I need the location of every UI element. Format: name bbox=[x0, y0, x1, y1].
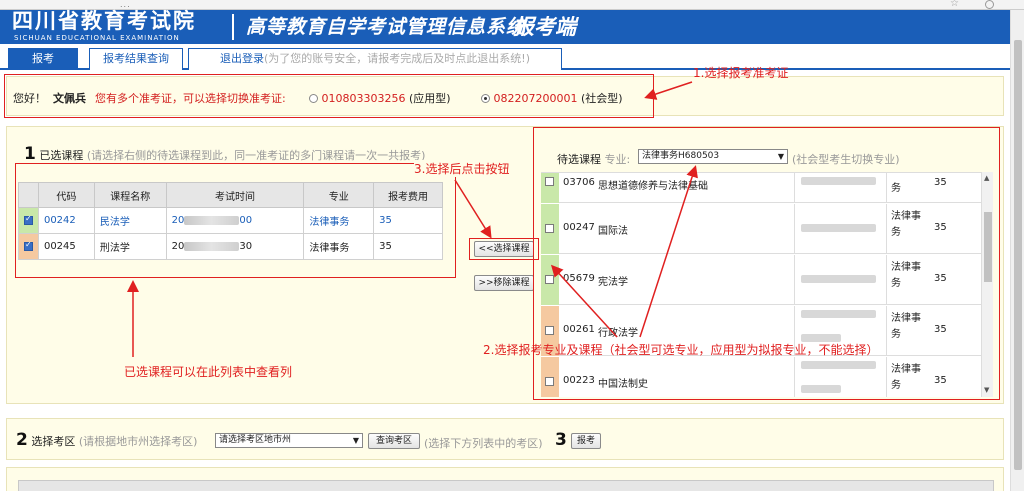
tab-apply[interactable]: 报考 bbox=[8, 48, 78, 70]
selected-course-heading: 1 已选课程 (请选择右侧的待选课程到此，同一准考证的多门课程请一次一共报考) bbox=[24, 144, 425, 164]
region-list-hint: (选择下方列表中的考区) bbox=[424, 437, 543, 450]
system-title: 高等教育自学考试管理信息系统 bbox=[246, 16, 527, 38]
annotation-box-select-btn bbox=[469, 238, 539, 260]
tab-logout[interactable]: 退出登录(为了您的账号安全，请报考完成后及时点此退出系统!) bbox=[188, 48, 562, 70]
annotation-box-ticket bbox=[4, 74, 654, 118]
step-3-number: 3 bbox=[555, 430, 567, 450]
selected-course-title: 已选课程 bbox=[39, 149, 84, 162]
annotation-selected-list: 已选课程可以在此列表中查看列 bbox=[124, 365, 293, 379]
page-scrollbar[interactable] bbox=[1010, 10, 1024, 491]
submit-apply-button[interactable]: 报考 bbox=[571, 433, 601, 449]
site-logo: 四川省教育考试院 bbox=[12, 8, 196, 33]
step-1-number: 1 bbox=[24, 144, 36, 164]
logout-label: 退出登录 bbox=[220, 52, 264, 65]
region-list-header bbox=[18, 480, 994, 491]
site-header: 四川省教育考试院 SICHUAN EDUCATIONAL EXAMINATION… bbox=[0, 10, 1010, 44]
region-step-2: 2 选择考区 (请根据地市州选择考区) bbox=[16, 430, 197, 450]
remove-course-button[interactable]: >>移除课程 bbox=[474, 275, 534, 291]
region-select-value: 请选择考区地市州 bbox=[219, 435, 292, 445]
query-region-button[interactable]: 查询考区 bbox=[368, 433, 420, 449]
selected-course-hint: (请选择右侧的待选课程到此，同一准考证的多门课程请一次一共报考) bbox=[86, 149, 426, 162]
region-select[interactable]: 请选择考区地市州 ▼ bbox=[215, 433, 363, 448]
site-logo-en: SICHUAN EDUCATIONAL EXAMINATION bbox=[14, 34, 180, 42]
main-tabs: 报考 报考结果查询 退出登录(为了您的账号安全，请报考完成后及时点此退出系统!) bbox=[0, 44, 1010, 70]
annotation-step-2: 2.选择报考专业及课程（社会型可选专业，应用型为拟报专业，不能选择） bbox=[483, 343, 879, 357]
logout-hint: (为了您的账号安全，请报考完成后及时点此退出系统!) bbox=[264, 52, 530, 65]
bookmark-star-icon[interactable]: ☆ bbox=[950, 0, 959, 9]
region-title: 选择考区 bbox=[31, 435, 76, 448]
step-3-label: 3 bbox=[555, 430, 567, 450]
annotation-step-1: 1.选择报考准考证 bbox=[693, 66, 789, 80]
annotation-box-pending bbox=[533, 127, 1000, 400]
header-divider bbox=[232, 14, 234, 40]
profile-icon[interactable] bbox=[985, 0, 994, 9]
chevron-down-icon: ▼ bbox=[352, 436, 359, 445]
page-scrollbar-thumb[interactable] bbox=[1014, 40, 1022, 470]
system-end-label: 报考端 bbox=[513, 15, 576, 39]
tab-result-query[interactable]: 报考结果查询 bbox=[89, 48, 183, 70]
annotation-box-selected bbox=[15, 163, 456, 278]
step-2-number: 2 bbox=[16, 430, 28, 450]
region-hint: (请根据地市州选择考区) bbox=[78, 435, 198, 448]
annotation-step-3: 3.选择后点击按钮 bbox=[414, 160, 510, 177]
